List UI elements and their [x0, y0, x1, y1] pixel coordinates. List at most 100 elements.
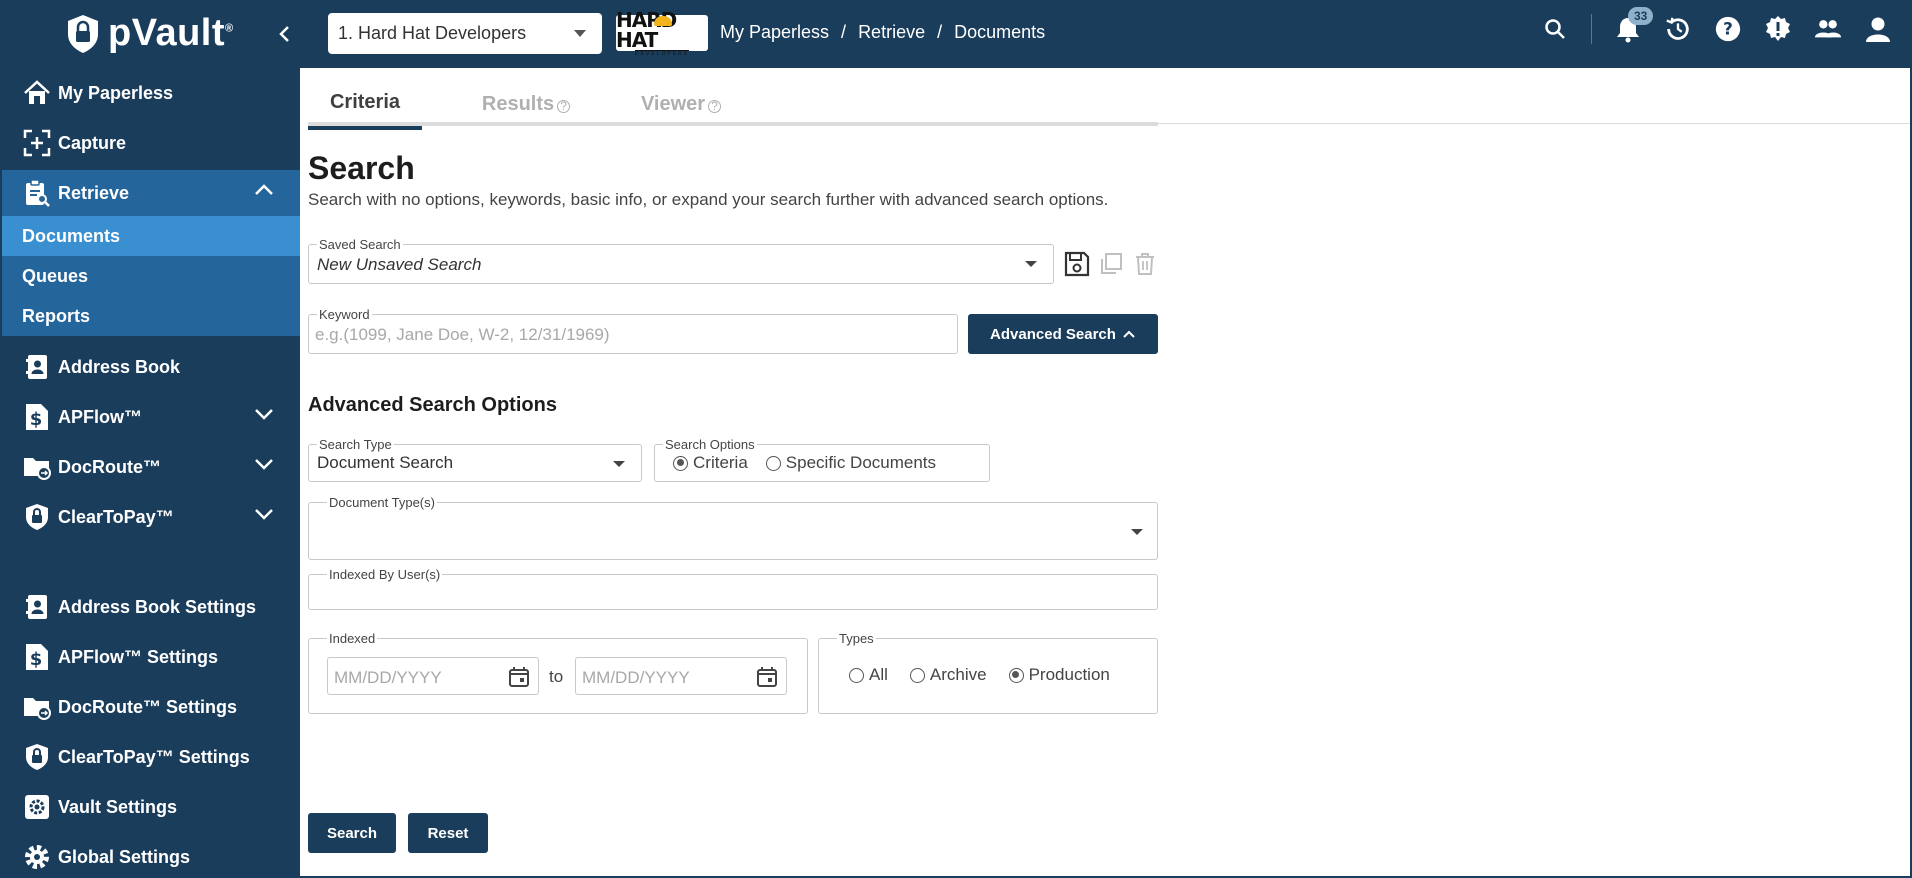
indexed-label: Indexed [327, 631, 378, 646]
sidebar-item-label: ClearToPay™ [58, 506, 174, 527]
search-button[interactable]: Search [308, 813, 396, 853]
svg-text:?: ? [1723, 19, 1733, 39]
top-bar: pVault® 1. Hard Hat Developers HARD HAT … [2, 2, 1910, 68]
svg-text:$: $ [30, 649, 43, 670]
keyword-input[interactable] [315, 325, 945, 345]
copy-search-button[interactable] [1096, 249, 1126, 279]
sidebar-item-address-book[interactable]: Address Book [2, 344, 300, 390]
calendar-icon[interactable] [508, 666, 530, 688]
breadcrumb-separator: / [841, 22, 847, 42]
sidebar-item-my-paperless[interactable]: My Paperless [2, 70, 300, 116]
chevron-down-icon [255, 409, 273, 420]
sidebar-item-label: Capture [58, 132, 127, 153]
indexed-from-input[interactable] [334, 668, 474, 688]
dollar-doc-icon: $ [22, 402, 52, 432]
advanced-options-title: Advanced Search Options [308, 394, 557, 416]
save-icon [1064, 251, 1090, 277]
radio-label: Production [1028, 665, 1110, 684]
sidebar-item-cleartopay[interactable]: ClearToPay™ [2, 494, 300, 540]
reset-button[interactable]: Reset [408, 813, 488, 853]
types-archive-radio[interactable]: Archive [909, 665, 987, 685]
chevron-left-icon [279, 26, 289, 42]
sidebar-item-global-settings[interactable]: Global Settings [2, 834, 300, 876]
breadcrumb: My Paperless / Retrieve / Documents [720, 22, 1045, 43]
saved-search-label: Saved Search [317, 237, 403, 252]
search-button-label: Search [326, 824, 378, 842]
sidebar-item-address-book-settings[interactable]: Address Book Settings [2, 584, 300, 630]
pvault-logo[interactable]: pVault® [66, 12, 234, 55]
types-group: Types All Archive Production [818, 631, 1158, 714]
indexed-by-users-field[interactable]: Indexed By User(s) [308, 567, 1158, 610]
caret-down-icon [574, 30, 586, 37]
chevron-up-icon [1123, 330, 1135, 338]
radio-label: Archive [929, 665, 987, 684]
tab-label: Viewer [640, 92, 706, 115]
sidebar-item-docroute-settings[interactable]: DocRoute™ Settings [2, 684, 300, 730]
notifications-bell-icon[interactable]: 33 [1614, 7, 1654, 43]
trash-icon [1136, 253, 1154, 275]
sidebar-item-label: Address Book [58, 356, 181, 377]
calendar-icon[interactable] [756, 666, 778, 688]
search-options-group: Search Options Criteria Specific Documen… [654, 437, 990, 482]
sidebar-item-apflow-settings[interactable]: $ APFlow™ Settings [2, 634, 300, 680]
sidebar-item-label: DocRoute™ [58, 456, 161, 477]
company-select[interactable]: 1. Hard Hat Developers [328, 13, 602, 54]
alert-badge-icon[interactable] [1764, 15, 1792, 43]
search-option-criteria-radio[interactable]: Criteria [673, 453, 748, 473]
history-icon[interactable] [1664, 15, 1692, 43]
indexed-to-date [575, 657, 787, 695]
sidebar-item-label: APFlow™ [58, 406, 142, 427]
tab-divider [1158, 123, 1910, 124]
saved-search-select[interactable]: Saved Search New Unsaved Search [308, 237, 1054, 284]
save-search-button[interactable] [1062, 249, 1092, 279]
radio-label: All [869, 665, 888, 684]
top-icons: 33 ? [1541, 7, 1892, 44]
sidebar-item-label: DocRoute™ Settings [58, 696, 238, 717]
gear-icon [22, 842, 52, 872]
sidebar-item-capture[interactable]: Capture [2, 120, 300, 166]
search-icon[interactable] [1541, 15, 1569, 43]
radio-unselected-icon [765, 455, 781, 471]
company-select-value: 1. Hard Hat Developers [338, 23, 527, 43]
types-all-radio[interactable]: All [849, 665, 888, 685]
sidebar-item-label: Global Settings [58, 846, 191, 867]
collapse-sidebar-button[interactable] [272, 19, 296, 49]
sidebar-item-docroute[interactable]: DocRoute™ [2, 444, 300, 490]
document-types-label: Document Type(s) [327, 495, 437, 510]
chevron-up-icon [255, 184, 273, 195]
help-icon[interactable]: ? [1714, 15, 1742, 43]
sidebar-subitem-queues[interactable]: Queues [2, 256, 300, 296]
indexed-by-users-label: Indexed By User(s) [327, 567, 443, 582]
types-production-radio[interactable]: Production [1008, 665, 1110, 685]
search-type-select[interactable]: Search Type Document Search [308, 437, 642, 482]
sidebar-subitem-label: Queues [22, 265, 89, 286]
advanced-search-label: Advanced Search [990, 325, 1116, 343]
breadcrumb-my-paperless[interactable]: My Paperless [720, 22, 829, 43]
tab-label: Results [481, 92, 555, 115]
sidebar-item-label: My Paperless [58, 82, 174, 103]
radio-unselected-icon [849, 667, 864, 683]
sidebar-subitem-documents[interactable]: Documents [2, 216, 300, 256]
sidebar-subitem-reports[interactable]: Reports [2, 296, 300, 336]
sidebar-item-label: Address Book Settings [58, 596, 257, 617]
sidebar-item-apflow[interactable]: $ APFlow™ [2, 394, 300, 440]
tab-label: Criteria [329, 90, 401, 113]
indexed-to-input[interactable] [582, 668, 722, 688]
sidebar-item-retrieve[interactable]: Retrieve [2, 170, 300, 216]
document-types-select[interactable]: Document Type(s) [308, 495, 1158, 560]
delete-search-button[interactable] [1130, 249, 1160, 279]
tab-divider [308, 122, 1158, 126]
users-group-icon[interactable] [1814, 15, 1842, 43]
sidebar-item-cleartopay-settings[interactable]: ClearToPay™ Settings [2, 734, 300, 780]
account-avatar-icon[interactable] [1864, 15, 1892, 43]
sidebar-item-vault-settings[interactable]: Vault Settings [2, 784, 300, 830]
breadcrumb-retrieve[interactable]: Retrieve [858, 22, 925, 43]
home-icon [22, 78, 52, 108]
indexed-from-date [327, 657, 539, 695]
search-option-specific-documents-radio[interactable]: Specific Documents [765, 453, 936, 473]
sidebar-item-label: Retrieve [58, 182, 130, 203]
copy-icon [1101, 253, 1122, 274]
sidebar: My Paperless Capture Retrieve Documents … [2, 68, 300, 876]
advanced-search-button[interactable]: Advanced Search [968, 314, 1158, 354]
radio-selected-icon [673, 455, 688, 471]
